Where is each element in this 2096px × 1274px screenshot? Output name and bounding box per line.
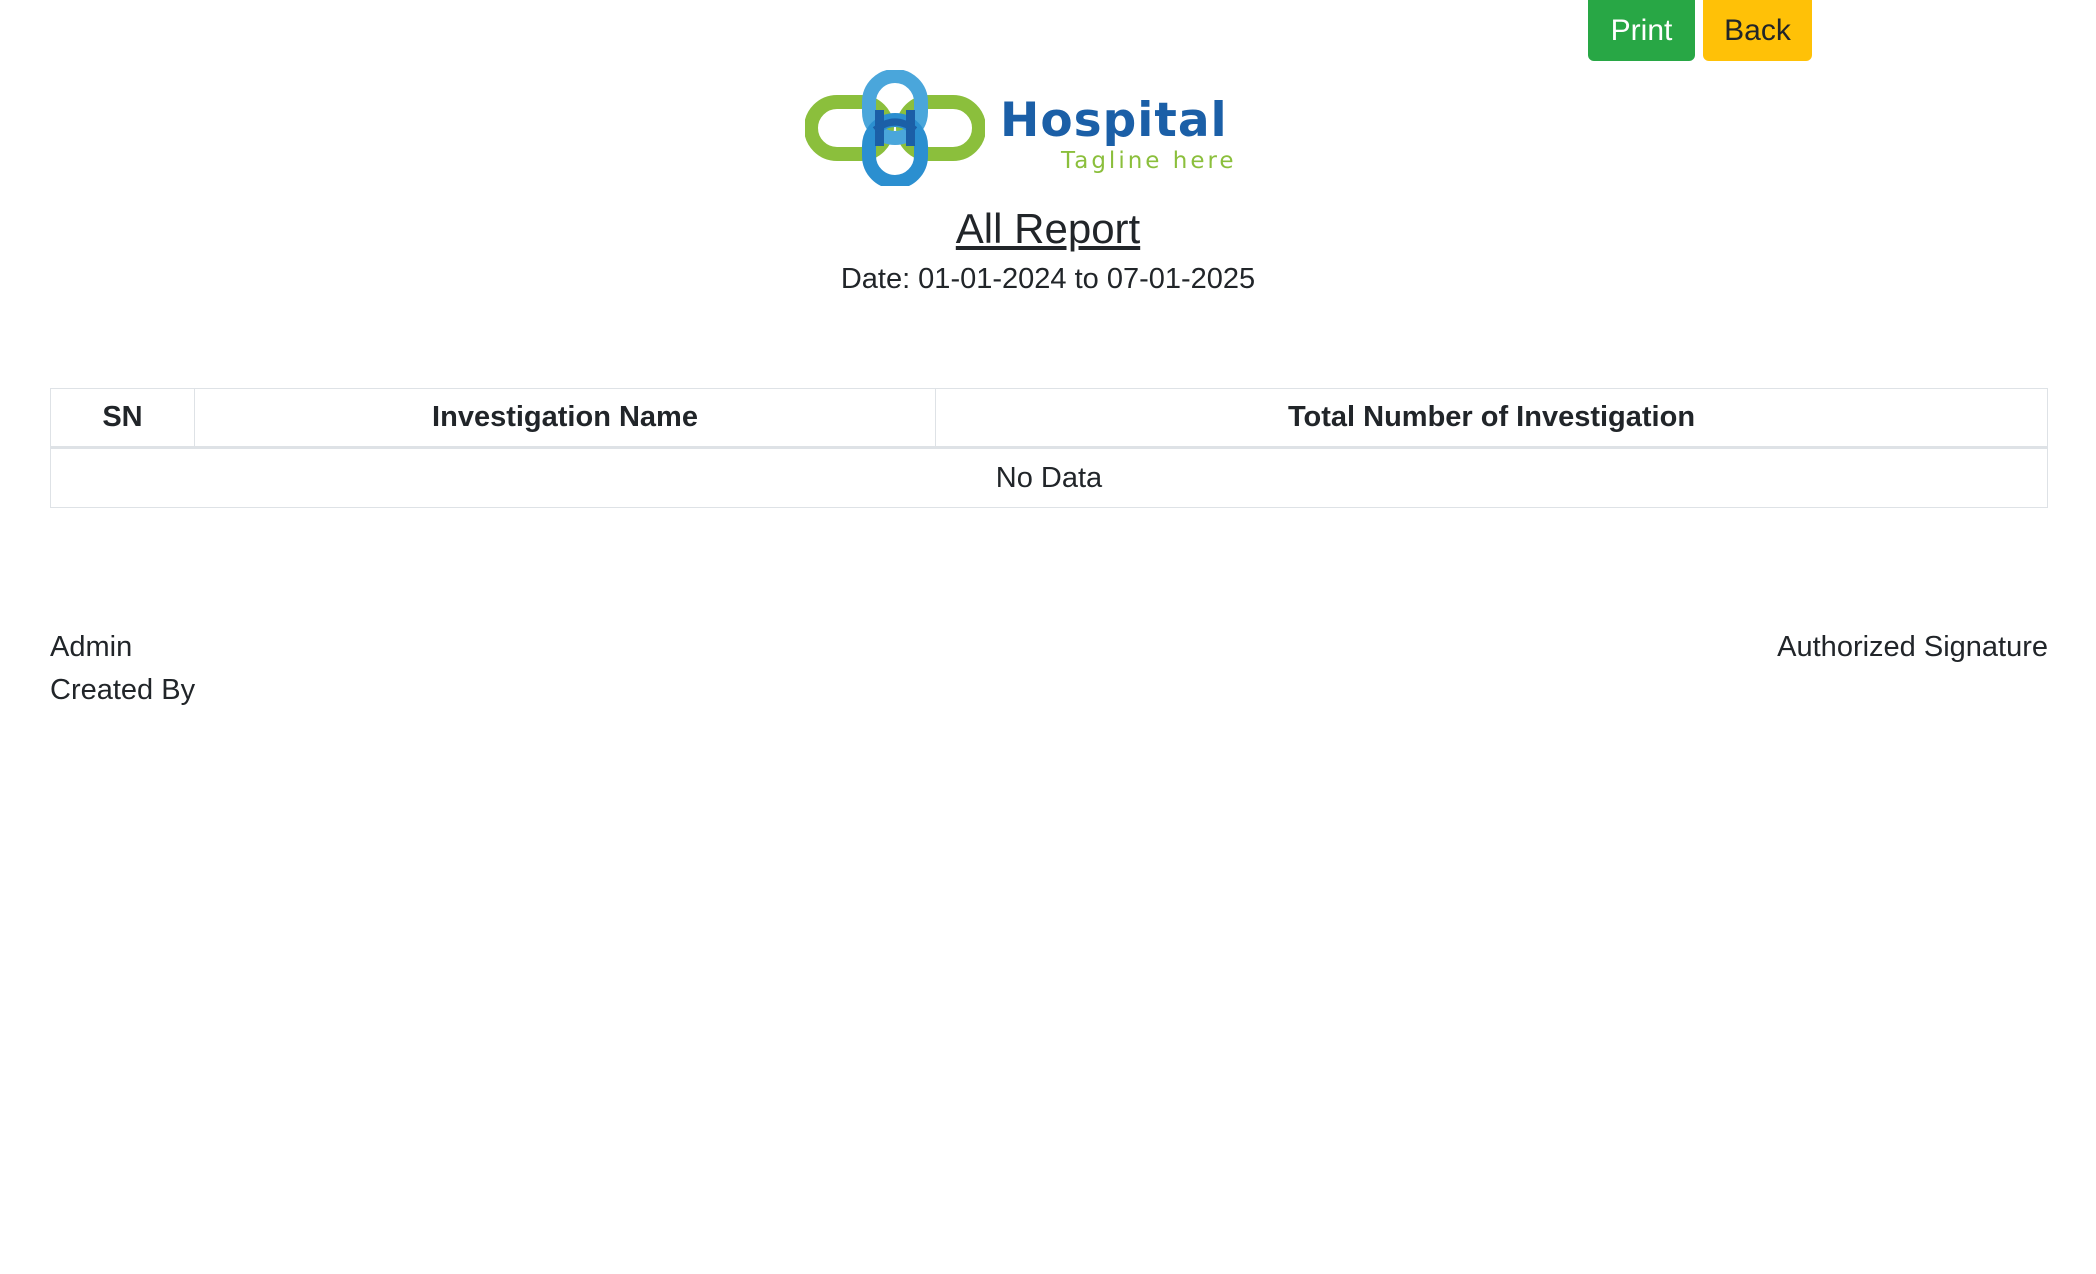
hospital-logo: Hospital Tagline here (805, 70, 1281, 186)
back-button[interactable]: Back (1703, 0, 1812, 61)
created-by-label: Created By (50, 674, 196, 706)
table-row: No Data (50, 447, 2048, 508)
empty-table-message: No Data (50, 447, 2048, 508)
investigation-table: SN Investigation Name Total Number of In… (50, 388, 2048, 508)
column-header-investigation-name: Investigation Name (194, 388, 936, 449)
table-header: SN Investigation Name Total Number of In… (50, 388, 2048, 449)
table-body: No Data (50, 447, 2048, 508)
created-by-name: Admin (50, 631, 133, 663)
created-by-block: Admin Created By (50, 626, 195, 712)
authorized-signature-label: Authorized Signature (1777, 631, 2048, 663)
hospital-cross-icon (805, 70, 985, 186)
print-button[interactable]: Print (1588, 0, 1695, 61)
logo-tagline: Tagline here (1061, 148, 1237, 174)
table-header-row: SN Investigation Name Total Number of In… (50, 388, 2048, 449)
report-page: Print Back Hospital Tagline here All Rep… (0, 0, 2096, 1274)
report-date-range: Date: 01-01-2024 to 07-01-2025 (840, 263, 1256, 295)
logo-wordmark: Hospital (1000, 93, 1228, 148)
column-header-total-investigations: Total Number of Investigation (935, 388, 2048, 449)
report-title: All Report (955, 205, 1141, 252)
column-header-sn: SN (50, 388, 195, 449)
action-toolbar: Print Back (1588, 0, 1812, 61)
signature-block: Authorized Signature (1777, 626, 2048, 669)
